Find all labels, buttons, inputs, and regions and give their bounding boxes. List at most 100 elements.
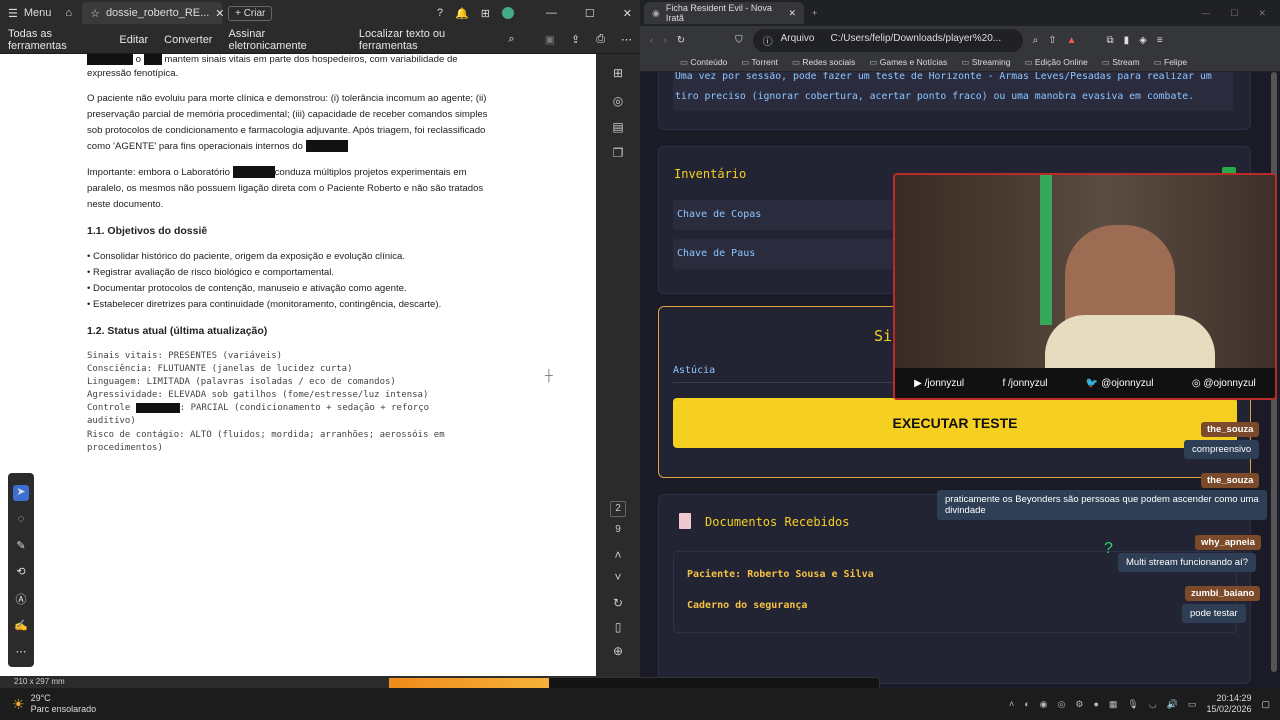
- clock[interactable]: 20:14:29 15/02/2026: [1196, 693, 1261, 715]
- redaction-block: [87, 54, 133, 66]
- pdf-toolbar: Todas as ferramentas Editar Converter As…: [0, 26, 640, 54]
- print-icon[interactable]: ⎙: [596, 33, 605, 46]
- comment-tool-icon[interactable]: ◌: [13, 513, 29, 529]
- help-icon[interactable]: ?: [437, 7, 443, 19]
- maximize-icon[interactable]: ☐: [585, 7, 595, 20]
- menu-button[interactable]: ☰ Menu: [0, 0, 59, 26]
- home-icon[interactable]: ⌂: [59, 7, 78, 19]
- page-fit-icon[interactable]: ▯: [610, 620, 626, 636]
- menu-icon[interactable]: ≡: [1157, 35, 1163, 46]
- youtube-handle: ▶ /jonnyzul: [914, 377, 965, 389]
- text-tool-icon[interactable]: Ⓐ: [13, 591, 29, 607]
- browser-minimize-icon[interactable]: —: [1201, 8, 1210, 18]
- apps-grid-icon[interactable]: ⊞: [481, 7, 490, 20]
- star-icon[interactable]: ☆: [90, 7, 100, 20]
- document-tab[interactable]: ☆ dossie_roberto_RE... ✕: [82, 2, 225, 24]
- browser-tab-bar: ◉ Ficha Resident Evil - Nova Iratã ✕ + —…: [640, 0, 1280, 26]
- bookmark-item[interactable]: Games e Notícias: [869, 57, 948, 68]
- wallet-icon[interactable]: ◈: [1139, 35, 1147, 46]
- comment-icon[interactable]: ⊞: [610, 66, 626, 82]
- share-icon[interactable]: ⇧: [1048, 35, 1056, 46]
- tool-convert[interactable]: Converter: [164, 34, 212, 46]
- upload-icon[interactable]: ⇪: [571, 33, 580, 46]
- refresh-icon[interactable]: ↻: [610, 596, 626, 612]
- tray-chevron-icon[interactable]: ˄: [1009, 699, 1014, 709]
- zoom-in-icon[interactable]: ⊕: [610, 644, 626, 660]
- bookmark-item[interactable]: Torrent: [741, 57, 778, 68]
- tab-close-icon[interactable]: ✕: [788, 8, 796, 19]
- bookmark-item[interactable]: Conteúdo: [680, 57, 727, 68]
- weather-widget[interactable]: ☀ 29°C Parc ensolarado: [0, 693, 96, 715]
- execute-test-button[interactable]: EXECUTAR TESTE: [673, 398, 1237, 448]
- chat-username: zumbi_baiano: [1185, 586, 1261, 601]
- url-field[interactable]: ⓘ Arquivo C:/Users/felip/Downloads/playe…: [752, 28, 1023, 52]
- tool-edit[interactable]: Editar: [119, 34, 148, 46]
- bullet-item: • Documentar protocolos de contenção, ma…: [87, 283, 407, 294]
- bullet-item: • Estabelecer diretrizes para continuida…: [87, 299, 442, 310]
- zoom-icon[interactable]: ⌕: [1033, 35, 1039, 46]
- tool-all-tools[interactable]: Todas as ferramentas: [8, 28, 103, 52]
- bookmark-item[interactable]: Edição Online: [1024, 57, 1088, 68]
- tool-search[interactable]: Localizar texto ou ferramentas: [359, 28, 492, 52]
- brave-shield-icon[interactable]: ▲: [1067, 35, 1077, 46]
- bookmark-star-icon[interactable]: ⛉: [735, 35, 743, 46]
- section-heading: 1.1. Objetivos do dossiê: [87, 225, 208, 237]
- text-line: expressão fenotípica.: [87, 68, 179, 79]
- lasso-tool-icon[interactable]: ⟲: [13, 565, 29, 581]
- bookmark-item[interactable]: Streaming: [961, 57, 1011, 68]
- forward-icon[interactable]: ›: [663, 35, 666, 46]
- save-icon[interactable]: ▣: [545, 33, 555, 46]
- extensions-icon[interactable]: ⧉: [1106, 35, 1113, 46]
- search-icon[interactable]: ⌕: [508, 33, 514, 46]
- battery-icon[interactable]: ▭: [1188, 699, 1197, 710]
- close-icon[interactable]: ✕: [215, 7, 224, 20]
- document-item[interactable]: Paciente: Roberto Sousa e Silva: [687, 569, 874, 580]
- select-tool-icon[interactable]: ➤: [13, 485, 29, 501]
- back-icon[interactable]: ‹: [650, 35, 653, 46]
- browser-maximize-icon[interactable]: ☐: [1230, 8, 1238, 19]
- minimize-icon[interactable]: —: [546, 7, 557, 19]
- tool-sign[interactable]: Assinar eletronicamente: [228, 28, 334, 52]
- chat-username: the_souza: [1201, 473, 1260, 488]
- browser-tab[interactable]: ◉ Ficha Resident Evil - Nova Iratã ✕: [644, 2, 804, 24]
- tray-app-icon[interactable]: ◐: [1024, 699, 1029, 709]
- hamburger-icon: ☰: [8, 7, 18, 20]
- window-close-icon[interactable]: ✕: [623, 7, 632, 20]
- document-item[interactable]: Caderno do segurança: [687, 600, 807, 611]
- chat-username: why_apneia: [1195, 535, 1261, 550]
- section-heading: 1.2. Status atual (última atualização): [87, 325, 268, 337]
- text-span: Importante: embora o Laboratório: [87, 167, 230, 178]
- text-span: como 'AGENTE' para fins operacionais int…: [87, 141, 303, 152]
- more-icon[interactable]: ⋯: [621, 33, 632, 46]
- sidebar-icon[interactable]: ▮: [1124, 35, 1130, 46]
- sign-tool-icon[interactable]: ✍: [13, 619, 29, 635]
- bookmark-icon[interactable]: ▤: [610, 120, 626, 136]
- mic-icon[interactable]: 🎙: [1127, 699, 1138, 710]
- more-tools-icon[interactable]: ⋯: [13, 645, 29, 661]
- chevron-up-icon[interactable]: ˄: [610, 548, 626, 564]
- browser-close-icon[interactable]: ✕: [1258, 8, 1266, 19]
- share-icon[interactable]: ◎: [610, 94, 626, 110]
- tray-app-icon[interactable]: ●: [1093, 699, 1098, 709]
- bell-icon[interactable]: 🔔: [455, 7, 469, 20]
- weather-desc: Parc ensolarado: [30, 704, 97, 714]
- tray-app-icon[interactable]: ◎: [1058, 699, 1066, 710]
- pen-tool-icon[interactable]: ✎: [13, 539, 29, 555]
- new-tab-icon[interactable]: +: [812, 8, 817, 18]
- bookmark-item[interactable]: Stream: [1102, 57, 1139, 68]
- page-current[interactable]: 2: [610, 501, 626, 517]
- avatar[interactable]: [501, 7, 514, 19]
- pages-icon[interactable]: ❐: [610, 146, 626, 162]
- mono-line: auditivo): [87, 416, 136, 426]
- reload-icon[interactable]: ↻: [677, 35, 685, 46]
- create-button[interactable]: + Criar: [228, 5, 273, 21]
- bookmark-item[interactable]: Felipe: [1154, 57, 1187, 68]
- tray-app-icon[interactable]: ▦: [1109, 699, 1118, 710]
- bookmark-item[interactable]: Redes sociais: [792, 57, 855, 68]
- chevron-down-icon[interactable]: ˅: [610, 570, 626, 586]
- wifi-icon[interactable]: ◡: [1149, 699, 1157, 710]
- volume-icon[interactable]: 🔊: [1167, 699, 1178, 710]
- tray-app-icon[interactable]: ◉: [1040, 699, 1048, 710]
- tray-app-icon[interactable]: ⚙: [1075, 699, 1083, 710]
- notification-icon[interactable]: ▢: [1261, 699, 1280, 710]
